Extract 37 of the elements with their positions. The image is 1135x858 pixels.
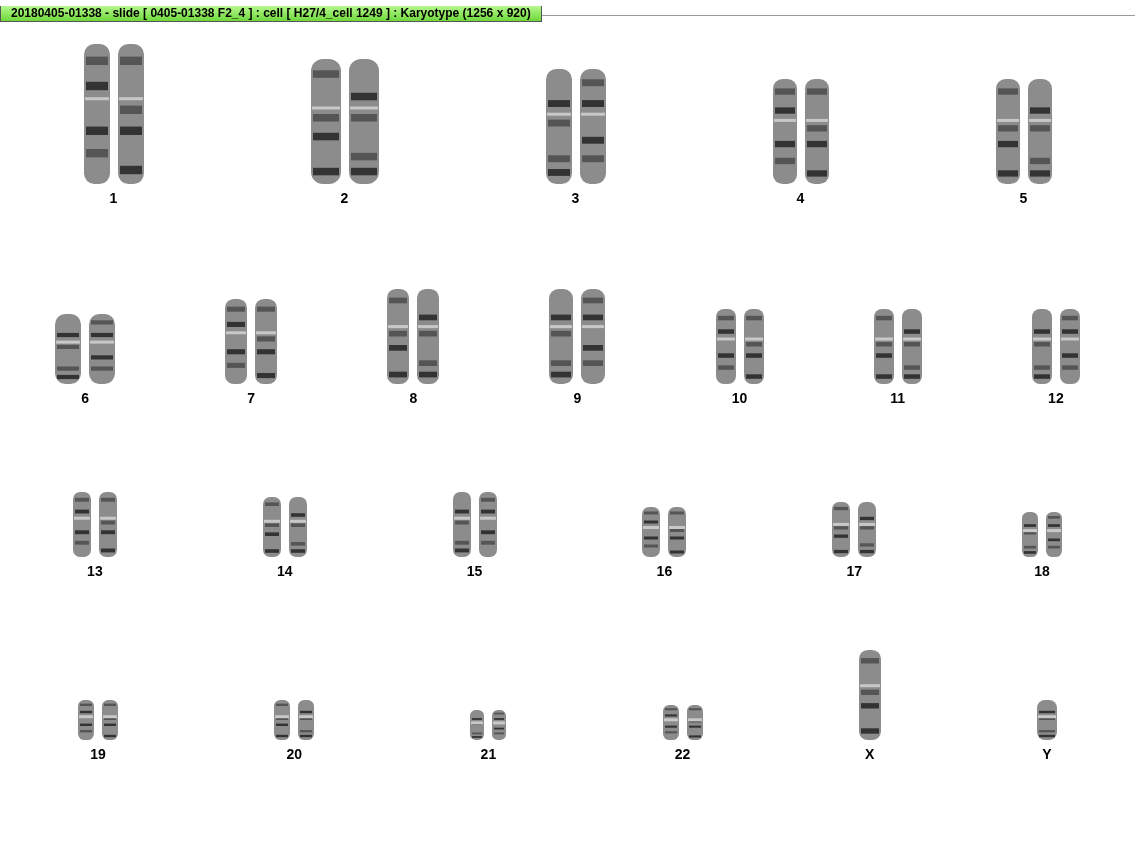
chromosome-label: 14 xyxy=(276,563,293,579)
chromosome-pair-drawing xyxy=(274,700,315,740)
chromosome-label: 18 xyxy=(1034,563,1050,579)
chromosome-pair-drawing xyxy=(832,502,877,557)
chromosome-label: 5 xyxy=(1019,190,1028,206)
chromosome-label: 2 xyxy=(340,190,349,206)
chromosome-label: 4 xyxy=(796,190,805,206)
chromosome-label: 15 xyxy=(466,563,483,579)
chromosome-pair-drawing xyxy=(72,492,117,557)
chromosome-pair-drawing xyxy=(55,314,116,384)
chromosome-label: 12 xyxy=(1048,390,1064,406)
chromosome-drawing xyxy=(1036,700,1057,740)
chromosome-label: 6 xyxy=(81,390,89,406)
chromosome-pair-drawing xyxy=(262,497,307,557)
chromosome-pair-drawing xyxy=(78,700,119,740)
chromosome-label: 10 xyxy=(731,390,748,406)
chromosome-pair-drawing xyxy=(662,705,703,740)
chromosome-label: 17 xyxy=(846,563,862,579)
chromosome-label: 21 xyxy=(480,746,497,762)
chromosome-label: 19 xyxy=(90,746,106,762)
chromosome-label: Y xyxy=(1042,746,1052,762)
chromosome-pair-drawing xyxy=(642,507,687,557)
chromosome-label: X xyxy=(865,746,875,762)
chromosome-label: 9 xyxy=(573,390,582,406)
window-title: 20180405-01338 - slide [ 0405-01338 F2_4 ] : cell [ H27/4_cell 1249 ] : Karyotype (1256 x 920) xyxy=(0,6,542,22)
chromosome-pair-drawing xyxy=(1022,512,1063,557)
chromosome-label: 7 xyxy=(247,390,256,406)
chromosome-label: 1 xyxy=(109,190,118,206)
chromosome-label: 16 xyxy=(656,563,673,579)
chromosome-label: 8 xyxy=(409,390,418,406)
chromosome-label: 22 xyxy=(674,746,691,762)
chromosome-pair-drawing xyxy=(452,492,497,557)
chromosome-label: 20 xyxy=(286,746,302,762)
chromosome-label: 11 xyxy=(890,390,906,406)
chromosome-pair-drawing xyxy=(470,710,507,740)
chromosome-label: 13 xyxy=(87,563,103,579)
chromosome-label: 3 xyxy=(571,190,580,206)
